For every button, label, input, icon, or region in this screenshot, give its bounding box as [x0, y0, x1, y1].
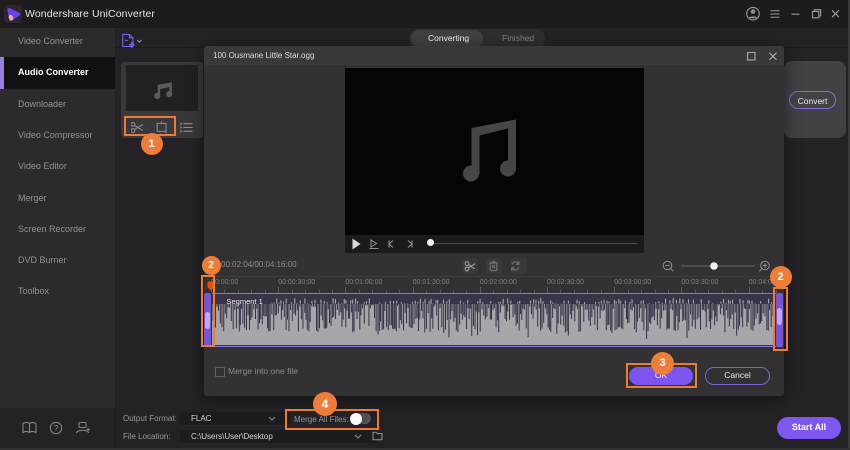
svg-text:?: ? — [54, 424, 59, 433]
